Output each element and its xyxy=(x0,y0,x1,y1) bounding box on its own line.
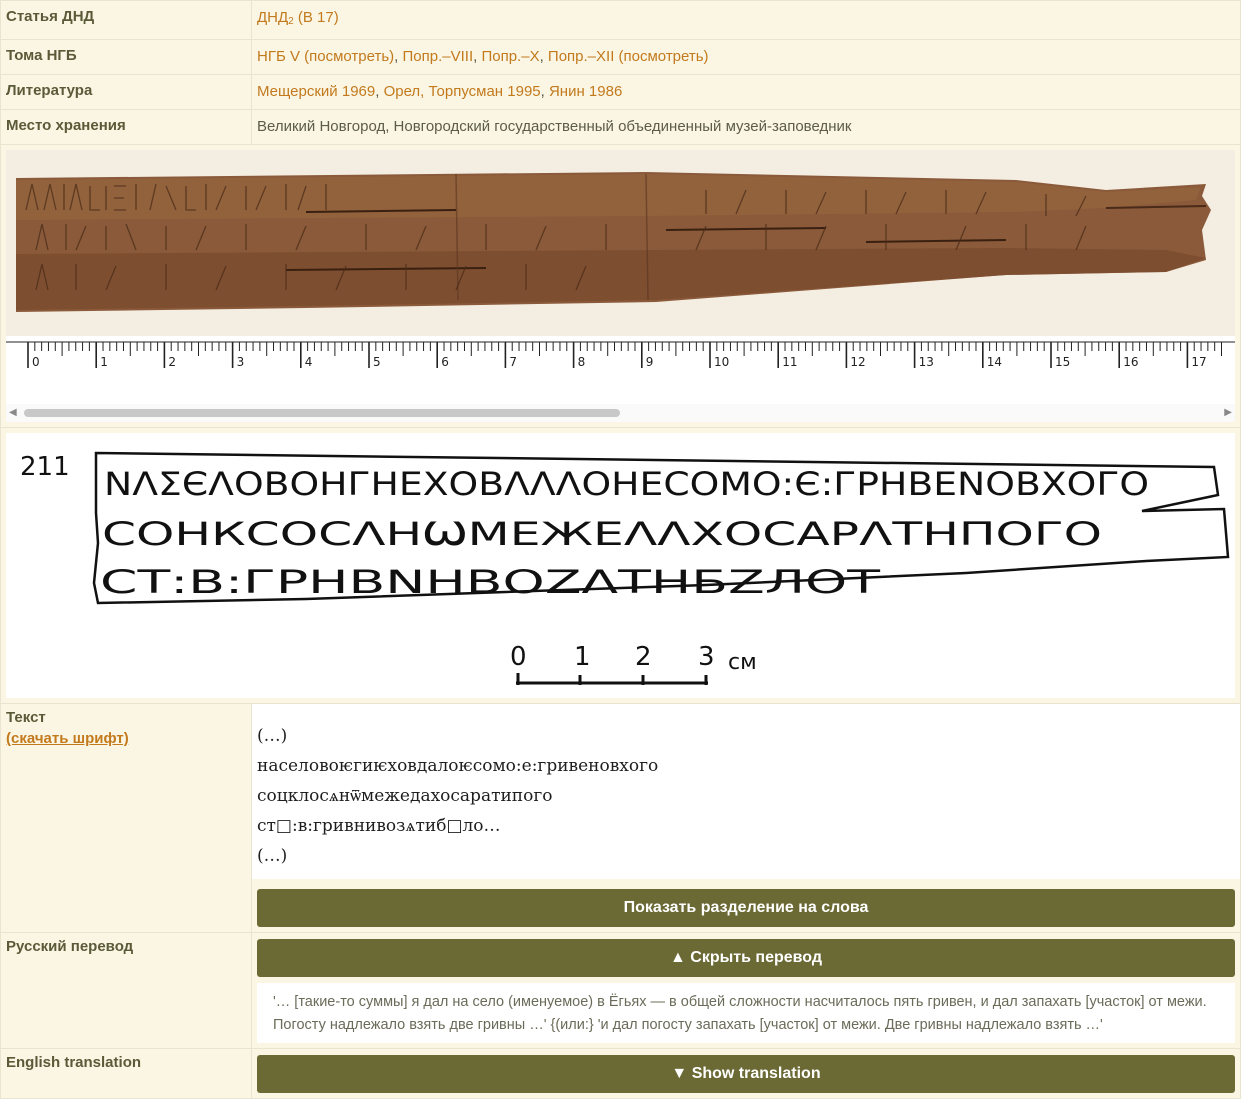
ruler-label: 4 xyxy=(305,355,313,369)
drawing-cell: 211 NΛΣЄΛОВОНГНЕХОВΛΛΛОНЕСОМО:Є:ГРНВЕNОВ… xyxy=(0,427,1241,704)
photo-cell: 0 1 2 3 4 5 6 7 8 9 10 11 12 13 14 15 16 17 ◀ ▶ xyxy=(0,144,1241,428)
ruler-label: 15 xyxy=(1055,355,1070,369)
transcription-line: (…) xyxy=(257,726,288,746)
label-statya: Статья ДНД xyxy=(0,0,252,40)
ruler-label: 14 xyxy=(987,355,1002,369)
link-popr-x[interactable]: Попр.–X xyxy=(481,48,539,65)
link-dnd[interactable]: ДНД2 (B 17) xyxy=(257,9,339,27)
transcription: (…) населовоѥгиѥховдалоѥсомо:е:гривеновх… xyxy=(252,704,1240,879)
link-popr-xii[interactable]: Попр.–XII (посмотреть) xyxy=(548,48,709,65)
ruler-label: 12 xyxy=(850,355,865,369)
scroll-left-arrow-icon[interactable]: ◀ xyxy=(9,407,17,418)
photo-viewer[interactable]: 0 1 2 3 4 5 6 7 8 9 10 11 12 13 14 15 16 17 ◀ ▶ xyxy=(6,150,1235,422)
scale-bar: 0 1 2 3 см xyxy=(510,642,757,685)
label-mesto: Место хранения xyxy=(0,109,252,145)
link-orel-torpusman[interactable]: Орел, Торпусман 1995 xyxy=(384,83,541,100)
drawing-image: 211 NΛΣЄΛОВОНГНЕХОВΛΛΛОНЕСОМО:Є:ГРНВЕNОВ… xyxy=(6,433,1235,698)
ruler-label: 17 xyxy=(1191,355,1206,369)
transcription-line: соцклосѧнѿмежедахосаратипого xyxy=(257,786,553,806)
horizontal-scrollbar[interactable]: ◀ ▶ xyxy=(6,404,1235,422)
ruler-label: 1 xyxy=(100,355,108,369)
ruler-label: 3 xyxy=(237,355,245,369)
ruler-label: 16 xyxy=(1123,355,1138,369)
link-popr-viii[interactable]: Попр.–VIII xyxy=(403,48,474,65)
transcription-line: (…) xyxy=(257,846,288,866)
show-translation-button[interactable]: ▼ Show translation xyxy=(257,1055,1235,1093)
value-mesto: Великий Новгород, Новгородский государст… xyxy=(251,109,1241,145)
ruler-label: 10 xyxy=(714,355,729,369)
ruler-label: 0 xyxy=(32,355,40,369)
label-literatura: Литература xyxy=(0,74,252,110)
download-font-link[interactable]: (скачать шрифт) xyxy=(6,730,246,747)
show-word-division-button[interactable]: Показать разделение на слова xyxy=(257,889,1235,927)
russian-translation-cell: ▲ Скрыть перевод '… [такие-то суммы] я д… xyxy=(251,932,1241,1049)
ruler-label: 9 xyxy=(646,355,654,369)
label-russian-translation: Русский перевод xyxy=(0,932,252,1049)
svg-text:2: 2 xyxy=(635,642,652,672)
scroll-right-arrow-icon[interactable]: ▶ xyxy=(1224,407,1232,418)
ruler: 0 1 2 3 4 5 6 7 8 9 10 11 12 13 14 15 16 17 xyxy=(6,336,1235,374)
ruler-label: 11 xyxy=(782,355,797,369)
text-cell: (…) населовоѥгиѥховдалоѥсомо:е:гривеновх… xyxy=(251,703,1241,933)
link-meshchersky[interactable]: Мещерский 1969 xyxy=(257,83,375,100)
hide-translation-button[interactable]: ▲ Скрыть перевод xyxy=(257,939,1235,977)
link-ngb-v[interactable]: НГБ V (посмотреть) xyxy=(257,48,394,65)
label-toma: Тома НГБ xyxy=(0,39,252,75)
ruler-label: 5 xyxy=(373,355,381,369)
value-literatura: Мещерский 1969, Орел, Торпусман 1995, Ян… xyxy=(251,74,1241,110)
drawing-svg: 211 NΛΣЄΛОВОНГНЕХОВΛΛΛОНЕСОМО:Є:ГРНВЕNОВ… xyxy=(20,451,1230,685)
drawing-line-3: СТ:В:ГРНВNНВОZΛТНБZЛОТ xyxy=(100,563,881,601)
svg-text:0: 0 xyxy=(510,642,527,672)
drawing-line-2: СОНКСОСΛНѠМЕЖЕΛΛХОСАРΛТНПОГО xyxy=(102,515,1102,553)
link-yanin[interactable]: Янин 1986 xyxy=(549,83,622,100)
ruler-label: 13 xyxy=(919,355,934,369)
label-text: Текст (скачать шрифт) xyxy=(0,703,252,933)
drawing-line-1: NΛΣЄΛОВОНГНЕХОВΛΛΛОНЕСОМО:Є:ГРНВЕNОВХОГО xyxy=(104,465,1149,503)
transcription-line: населовоѥгиѥховдалоѥсомо:е:гривеновхого xyxy=(257,756,659,776)
russian-translation-text: '… [такие-то суммы] я дал на село (имену… xyxy=(257,983,1235,1043)
birchbark-photo xyxy=(6,150,1235,338)
drawing-number: 211 xyxy=(20,452,70,482)
svg-text:3: 3 xyxy=(698,642,715,672)
ruler-label: 7 xyxy=(509,355,517,369)
ruler-label: 2 xyxy=(168,355,176,369)
transcription-line: ст□:в:гривнивозѧтиб□ло… xyxy=(257,816,501,836)
value-statya: ДНД2 (B 17) xyxy=(251,0,1241,40)
scrollbar-thumb[interactable] xyxy=(24,409,620,417)
ruler-label: 8 xyxy=(578,355,586,369)
svg-text:см: см xyxy=(728,650,757,675)
text-label: Текст xyxy=(6,709,46,726)
ruler-label: 6 xyxy=(441,355,449,369)
value-toma: НГБ V (посмотреть), Попр.–VIII, Попр.–X,… xyxy=(251,39,1241,75)
svg-text:1: 1 xyxy=(574,642,591,672)
